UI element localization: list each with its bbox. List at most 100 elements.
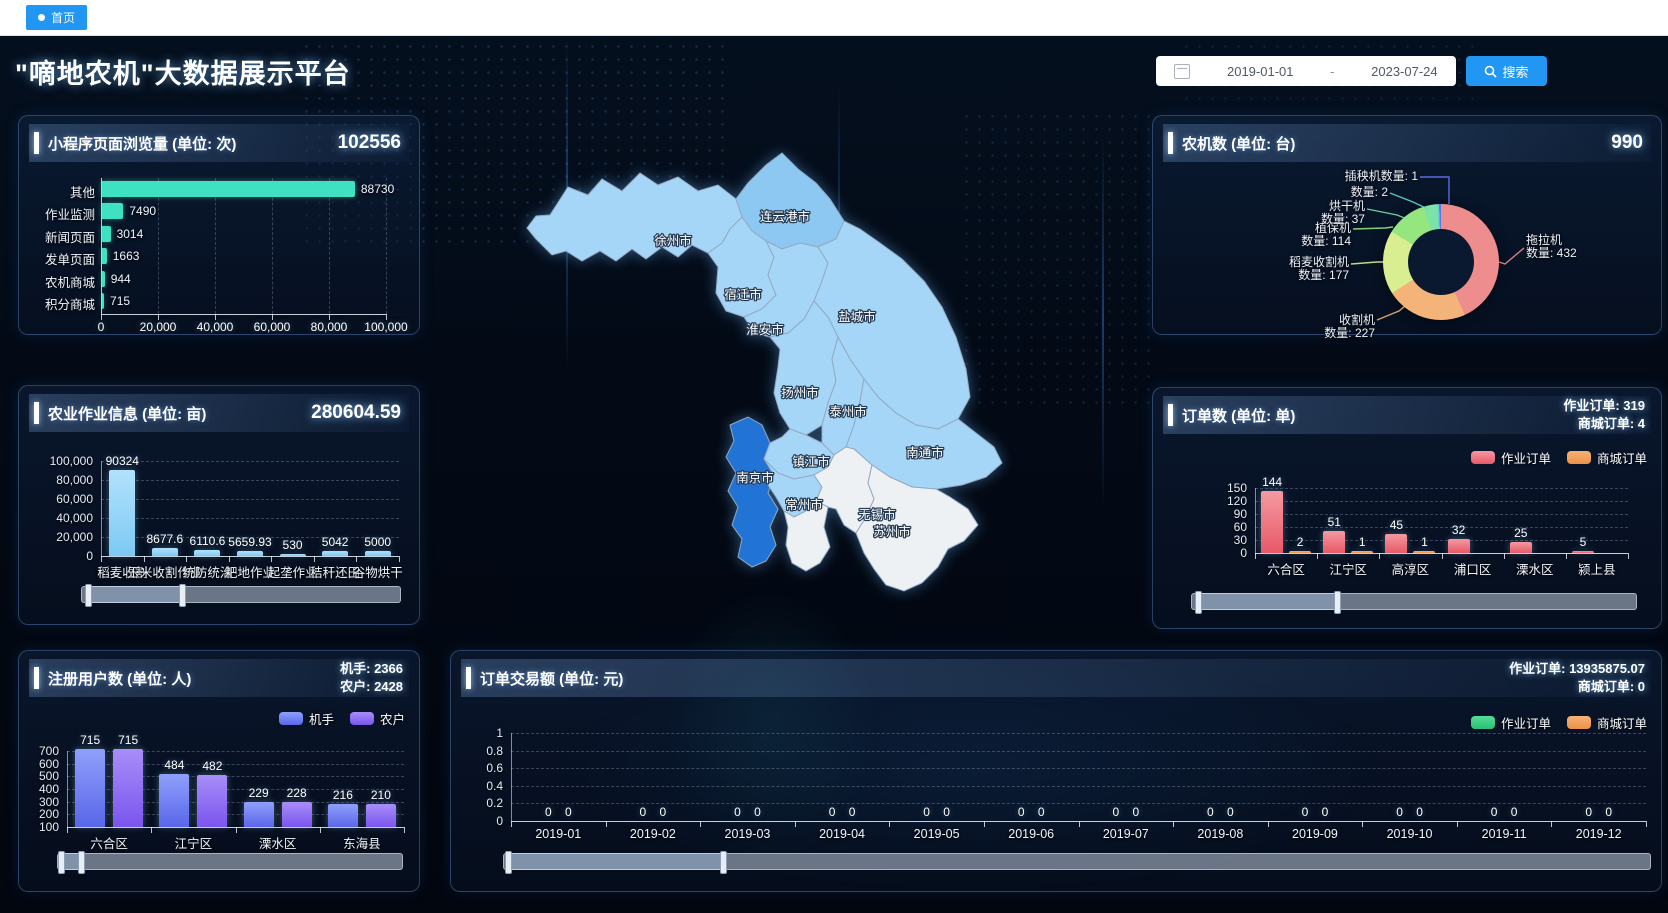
tab-home[interactable]: 首页: [26, 5, 87, 30]
panel-total-value: 280604.59: [311, 402, 409, 424]
stat-farmers: 农户: 2428: [340, 679, 403, 694]
end-date-input[interactable]: 2023-07-24: [1371, 64, 1438, 79]
y-axis: [67, 751, 68, 827]
bar: [102, 181, 355, 197]
datazoom-handle-right[interactable]: [720, 851, 727, 874]
map-city-label: 扬州市: [781, 385, 819, 400]
stat-mall-amount: 商城订单: 0: [1578, 679, 1645, 694]
legend-item[interactable]: 作业订单: [1471, 713, 1551, 732]
legend-item[interactable]: 机手: [279, 709, 334, 728]
bar: [1510, 542, 1532, 553]
jiangsu-province-map: 徐州市连云港市宿迁市淮安市盐城市扬州市泰州市南通市南京市镇江市常州市无锡市苏州市: [430, 95, 1150, 635]
datazoom-selected-range[interactable]: [87, 586, 184, 603]
map-region[interactable]: [527, 173, 742, 261]
gridline: [1255, 501, 1628, 502]
bar-value-label: 482: [182, 759, 242, 773]
datazoom-slider[interactable]: [1191, 593, 1637, 610]
panel-title: 农机数 (单位: 台): [1182, 133, 1295, 154]
gridline: [1255, 488, 1628, 489]
datazoom-handle-left[interactable]: [505, 851, 512, 874]
bar-value-label: 5000: [348, 535, 408, 549]
bar-value-label: 144: [1242, 475, 1302, 489]
panel-header: 农机数 (单位: 台) 990: [1163, 124, 1651, 162]
chart-legend: 机手农户: [279, 709, 405, 728]
date-range-picker[interactable]: 2019-01-01 - 2023-07-24: [1156, 56, 1456, 86]
bar: [237, 551, 263, 556]
x-category-label: 2019-05: [889, 827, 984, 841]
map-city-label: 宿迁市: [724, 287, 762, 302]
x-category-label: 玉米收割作业: [144, 562, 187, 581]
datazoom-slider[interactable]: [81, 586, 401, 603]
datazoom-handle-left[interactable]: [1195, 591, 1202, 614]
search-button[interactable]: 搜索: [1466, 56, 1547, 86]
bar-value-label: 32: [1429, 523, 1489, 537]
bar: [328, 804, 358, 827]
y-tick-label: 0: [449, 814, 503, 828]
x-category-label: 2019-01: [511, 827, 606, 841]
gridline: [511, 751, 1646, 752]
datazoom-handle-right[interactable]: [78, 851, 85, 874]
legend-item[interactable]: 商城订单: [1567, 448, 1647, 467]
datazoom-slider[interactable]: [57, 853, 403, 870]
x-tick-label: 0: [71, 320, 131, 334]
bar-value-label: 0: [538, 805, 598, 819]
x-category-label: 溧水区: [1504, 559, 1566, 578]
map-city-label: 淮安市: [746, 322, 784, 337]
x-category-label: 高淳区: [1379, 559, 1441, 578]
bar-value-label: 25: [1491, 526, 1551, 540]
legend-swatch: [279, 712, 303, 725]
y-tick-label: 150: [1193, 481, 1247, 495]
bar-value-label: 715: [110, 294, 130, 308]
bar-value-label: 1663: [113, 249, 140, 263]
bar-value-label: 0: [1390, 805, 1450, 819]
y-tick-label: 60,000: [39, 492, 93, 506]
panel-header: 订单数 (单位: 单) 作业订单: 319 商城订单: 4: [1163, 396, 1651, 434]
panel-header: 注册用户数 (单位: 人) 机手: 2366 农户: 2428: [29, 659, 409, 697]
datazoom-handle-left[interactable]: [58, 851, 65, 874]
panel-farm-work: 农业作业信息 (单位: 亩) 280604.59 100,00080,00060…: [18, 385, 420, 625]
datazoom-handle-right[interactable]: [179, 584, 186, 607]
legend-item[interactable]: 作业订单: [1471, 448, 1551, 467]
datazoom-selected-range[interactable]: [1197, 593, 1339, 610]
stat-mall-orders: 商城订单: 4: [1578, 416, 1645, 431]
x-tick-label: 40,000: [185, 320, 245, 334]
y-tick-label: 80,000: [39, 473, 93, 487]
map-region[interactable]: [726, 417, 778, 567]
bar-value-label: 0: [822, 805, 882, 819]
bar-value-label: 0: [917, 805, 977, 819]
donut-slice-label: 烘干机数量: 37: [1321, 200, 1365, 226]
bar-value-label: 0: [1011, 805, 1071, 819]
legend-item[interactable]: 农户: [350, 709, 405, 728]
bar: [280, 554, 306, 556]
x-category-label: 东海县: [320, 833, 404, 852]
legend-label: 作业订单: [1501, 448, 1551, 467]
bar-value-label: 5: [1553, 535, 1613, 549]
header-accent-bar: [34, 667, 39, 689]
datazoom-selected-range[interactable]: [507, 853, 724, 870]
y-axis: [101, 461, 102, 556]
datazoom-slider[interactable]: [503, 853, 1651, 870]
start-date-input[interactable]: 2019-01-01: [1227, 64, 1294, 79]
legend-swatch: [350, 712, 374, 725]
gridline: [101, 480, 399, 481]
bar-value-label: 0: [1484, 805, 1544, 819]
bar-value-label: 90324: [92, 454, 152, 468]
x-tick: [404, 827, 405, 833]
legend-swatch: [1567, 716, 1591, 729]
legend-item[interactable]: 商城订单: [1567, 713, 1647, 732]
x-category-label: 秸秆还田: [314, 562, 357, 581]
bar: [109, 470, 135, 556]
datazoom-handle-left[interactable]: [85, 584, 92, 607]
gridline: [386, 178, 387, 314]
y-tick-label: 120: [1193, 494, 1247, 508]
bar: [366, 804, 396, 827]
donut-hole: [1408, 229, 1474, 295]
dashboard-stage: 首页 "嘀地农机"大数据展示平台 2019-01-01 - 2023-07-24…: [0, 0, 1668, 913]
y-category-label: 作业监测: [35, 204, 95, 223]
bar: [159, 774, 189, 827]
datazoom-handle-right[interactable]: [1334, 591, 1341, 614]
stat-work-amount: 作业订单: 13935875.07: [1509, 661, 1645, 676]
search-icon: [1484, 65, 1497, 78]
panel-title: 农业作业信息 (单位: 亩): [48, 403, 206, 424]
map-city-label: 南京市: [736, 470, 774, 485]
